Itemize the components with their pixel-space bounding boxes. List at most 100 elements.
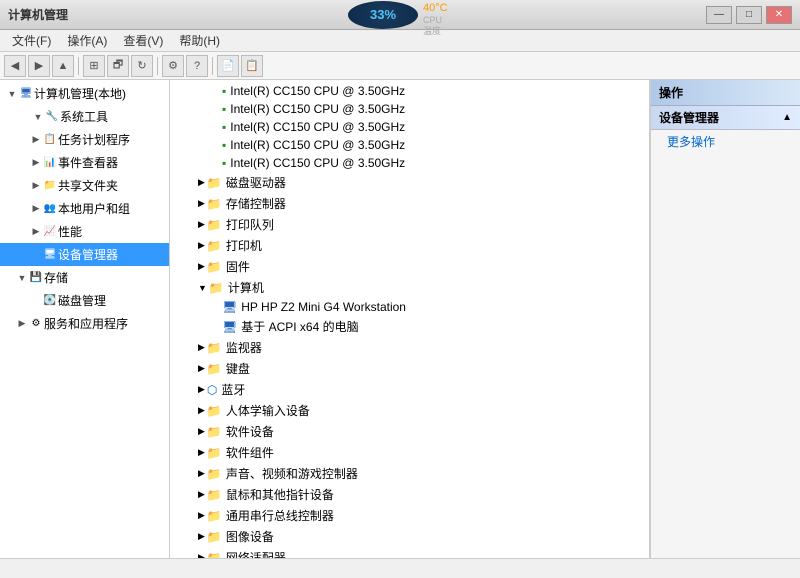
expand-icon[interactable]: ▶	[198, 426, 205, 437]
expand-system-tools[interactable]: ▼	[32, 111, 44, 123]
menu-view[interactable]: 查看(V)	[115, 30, 171, 51]
list-item[interactable]: ▶ 📁 打印机	[170, 235, 649, 256]
label-system-tools: 系统工具	[60, 108, 108, 125]
tree-node-system-tools[interactable]: ▼ 🔧 系统工具	[0, 105, 169, 128]
tree-node-root[interactable]: ▼ 🖥 计算机管理(本地)	[0, 82, 169, 105]
expand-icon[interactable]: ▶	[198, 552, 205, 558]
expand-icon[interactable]: ▶	[198, 468, 205, 479]
expand-shared-folders[interactable]: ▶	[30, 180, 42, 192]
expand-icon[interactable]: ▶	[198, 342, 205, 353]
icon-folder: 📁	[207, 404, 222, 418]
tb-refresh[interactable]: ↻	[131, 55, 153, 77]
expand-icon[interactable]: ▶	[198, 384, 205, 395]
expand-icon[interactable]: ▶	[198, 363, 205, 374]
close-button[interactable]: ✕	[766, 6, 792, 24]
menu-action[interactable]: 操作(A)	[59, 30, 115, 51]
label-disk-mgmt: 磁盘管理	[58, 292, 106, 309]
tree-node-device-manager[interactable]: 🖥 设备管理器	[0, 243, 169, 266]
expand-icon[interactable]: ▶	[198, 261, 205, 272]
list-item[interactable]: ▶ 📁 固件	[170, 256, 649, 277]
icon-computer: 🖥	[222, 300, 237, 314]
list-item[interactable]: ▶ 📁 网络适配器	[170, 547, 649, 558]
tree-node-task-scheduler[interactable]: ▶ 📋 任务计划程序	[0, 128, 169, 151]
list-item[interactable]: ▶ 📁 软件组件	[170, 442, 649, 463]
title-bar: 计算机管理 33% 40°C CPU温度 — □ ✕	[0, 0, 800, 30]
expand-icon[interactable]: ▶	[198, 219, 205, 230]
minimize-button[interactable]: —	[706, 6, 732, 24]
maximize-button[interactable]: □	[736, 6, 762, 24]
icon-cpu: ▪	[222, 84, 226, 98]
list-item[interactable]: ▶ 📁 通用串行总线控制器	[170, 505, 649, 526]
expand-storage[interactable]: ▼	[16, 272, 28, 284]
tree-node-performance[interactable]: ▶ 📈 性能	[0, 220, 169, 243]
expand-icon[interactable]: ▶	[198, 489, 205, 500]
expand-performance[interactable]: ▶	[30, 226, 42, 238]
action-more-actions[interactable]: 更多操作	[651, 130, 800, 153]
tb-sep1	[78, 57, 79, 75]
expand-icon[interactable]: ▶	[198, 240, 205, 251]
left-tree-panel: ▼ 🖥 计算机管理(本地) ▼ 🔧 系统工具 ▶ 📋 任务计划程序	[0, 80, 170, 558]
list-item[interactable]: ▪ Intel(R) CC150 CPU @ 3.50GHz	[170, 82, 649, 100]
expand-event-viewer[interactable]: ▶	[30, 157, 42, 169]
list-item[interactable]: ▶ 📁 软件设备	[170, 421, 649, 442]
list-item[interactable]: ▪ Intel(R) CC150 CPU @ 3.50GHz	[170, 136, 649, 154]
list-item[interactable]: ▶ 📁 图像设备	[170, 526, 649, 547]
list-item[interactable]: ▶ 📁 键盘	[170, 358, 649, 379]
tb-up[interactable]: ▲	[52, 55, 74, 77]
expand-services[interactable]: ▶	[16, 318, 28, 330]
expand-device-manager[interactable]	[30, 249, 42, 261]
list-item[interactable]: ▶ 📁 磁盘驱动器	[170, 172, 649, 193]
list-item[interactable]: 🖥 基于 ACPI x64 的电脑	[170, 316, 649, 337]
device-label: 固件	[226, 258, 250, 275]
icon-folder: 📁	[209, 281, 224, 295]
icon-folder: 📁	[207, 425, 222, 439]
tb-show-hide[interactable]: ⊞	[83, 55, 105, 77]
tb-back[interactable]: ◀	[4, 55, 26, 77]
list-item[interactable]: ▶ 📁 声音、视频和游戏控制器	[170, 463, 649, 484]
window-controls: — □ ✕	[706, 6, 792, 24]
expand-icon[interactable]: ▶	[198, 177, 205, 188]
tree-node-services[interactable]: ▶ ⚙ 服务和应用程序	[0, 312, 169, 335]
tb-export[interactable]: 📄	[217, 55, 239, 77]
list-item[interactable]: ▪ Intel(R) CC150 CPU @ 3.50GHz	[170, 154, 649, 172]
device-label: 软件组件	[226, 444, 274, 461]
list-item[interactable]: 🖥 HP HP Z2 Mini G4 Workstation	[170, 298, 649, 316]
tb-new-window[interactable]: 🗗	[107, 55, 129, 77]
tb-properties[interactable]: ⚙	[162, 55, 184, 77]
cpu-monitor: 33% 40°C CPU温度	[348, 1, 426, 29]
expand-icon[interactable]: ▶	[198, 531, 205, 542]
list-item[interactable]: ▶ 📁 人体学输入设备	[170, 400, 649, 421]
expand-task-scheduler[interactable]: ▶	[30, 134, 42, 146]
tb-forward[interactable]: ▶	[28, 55, 50, 77]
expand-icon[interactable]: ▶	[198, 405, 205, 416]
list-item[interactable]: ▶ 📁 监视器	[170, 337, 649, 358]
tb-copy[interactable]: 📋	[241, 55, 263, 77]
tree-node-storage[interactable]: ▼ 💾 存储	[0, 266, 169, 289]
menu-help[interactable]: 帮助(H)	[171, 30, 228, 51]
list-item[interactable]: ▶ 📁 打印队列	[170, 214, 649, 235]
tb-help[interactable]: ?	[186, 55, 208, 77]
expand-root[interactable]: ▼	[6, 88, 18, 100]
tree-node-disk-mgmt[interactable]: 💽 磁盘管理	[0, 289, 169, 312]
device-label: Intel(R) CC150 CPU @ 3.50GHz	[230, 84, 405, 98]
tb-sep3	[212, 57, 213, 75]
list-item[interactable]: ▼ 📁 计算机	[170, 277, 649, 298]
expand-icon[interactable]: ▶	[198, 447, 205, 458]
list-item[interactable]: ▶ 📁 鼠标和其他指针设备	[170, 484, 649, 505]
list-item[interactable]: ▪ Intel(R) CC150 CPU @ 3.50GHz	[170, 118, 649, 136]
tree-node-shared-folders[interactable]: ▶ 📁 共享文件夹	[0, 174, 169, 197]
tree-node-event-viewer[interactable]: ▶ 📊 事件查看器	[0, 151, 169, 174]
expand-local-users[interactable]: ▶	[30, 203, 42, 215]
menu-file[interactable]: 文件(F)	[4, 30, 59, 51]
device-label: Intel(R) CC150 CPU @ 3.50GHz	[230, 120, 405, 134]
list-item[interactable]: ▪ Intel(R) CC150 CPU @ 3.50GHz	[170, 100, 649, 118]
icon-folder: 📁	[207, 551, 222, 559]
tree-node-local-users[interactable]: ▶ 👥 本地用户和组	[0, 197, 169, 220]
expand-icon[interactable]: ▶	[198, 510, 205, 521]
label-performance: 性能	[58, 223, 82, 240]
list-item[interactable]: ▶ ⬡ 蓝牙	[170, 379, 649, 400]
expand-icon[interactable]: ▼	[198, 283, 207, 293]
expand-icon[interactable]: ▶	[198, 198, 205, 209]
device-label: 存储控制器	[226, 195, 286, 212]
list-item[interactable]: ▶ 📁 存储控制器	[170, 193, 649, 214]
